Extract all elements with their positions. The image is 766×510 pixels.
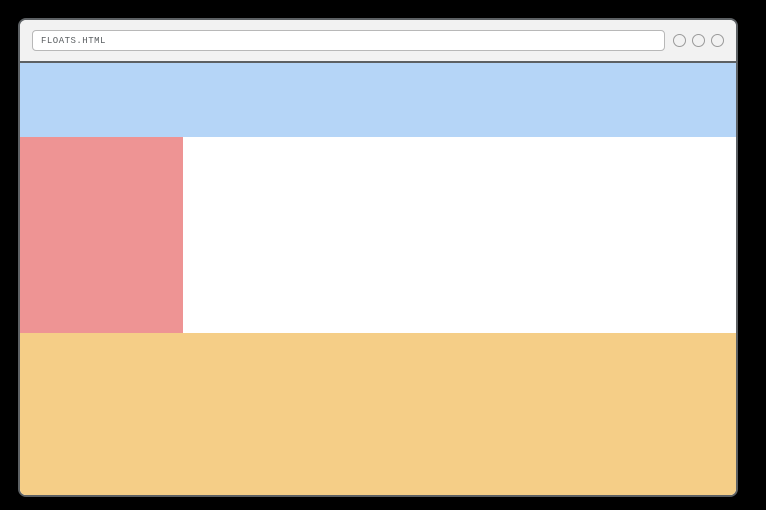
- url-text: FLOATS.HTML: [41, 36, 106, 46]
- close-icon[interactable]: [711, 34, 724, 47]
- browser-chrome: FLOATS.HTML: [20, 20, 736, 63]
- maximize-icon[interactable]: [692, 34, 705, 47]
- footer-block: [20, 333, 736, 495]
- minimize-icon[interactable]: [673, 34, 686, 47]
- content-row: [20, 137, 736, 333]
- browser-window: FLOATS.HTML: [18, 18, 738, 497]
- sidebar-block: [20, 137, 183, 333]
- window-controls: [673, 34, 724, 47]
- page-viewport: [20, 63, 736, 495]
- url-bar[interactable]: FLOATS.HTML: [32, 30, 665, 51]
- header-block: [20, 63, 736, 137]
